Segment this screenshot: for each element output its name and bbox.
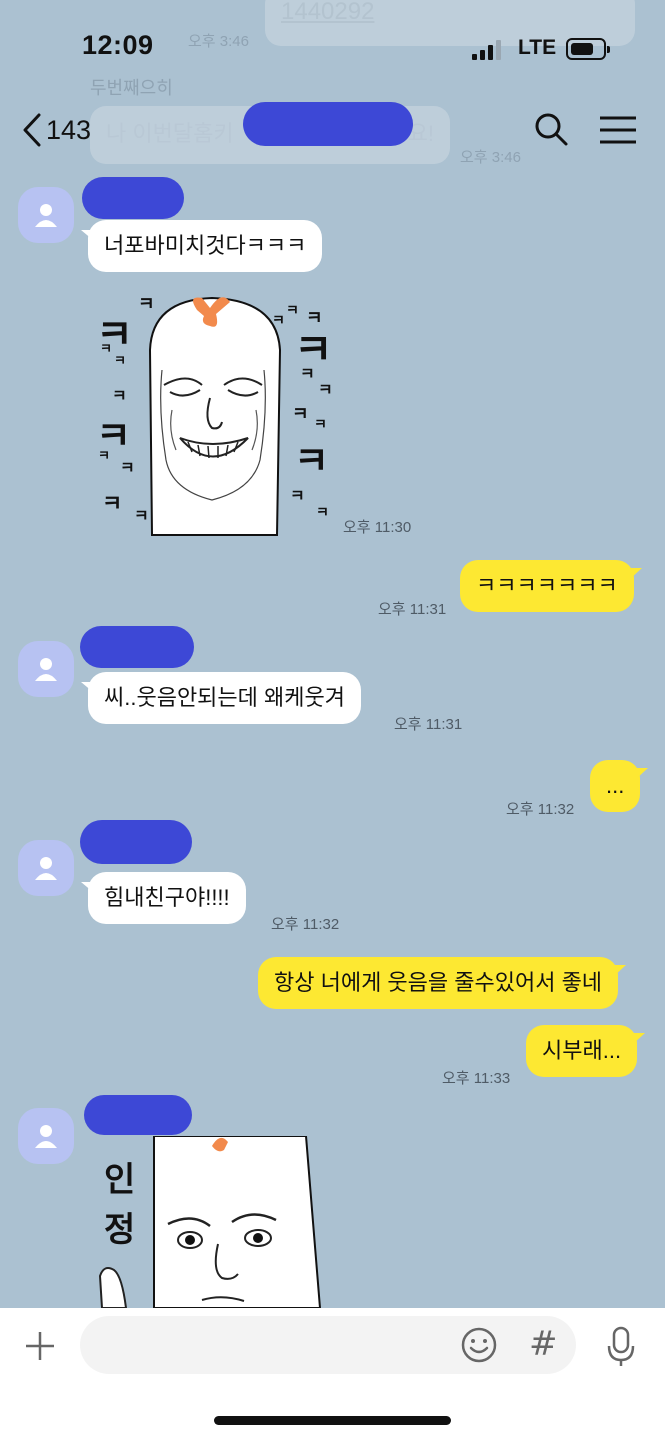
background-remnant-time: 오후 3:46 [188,33,249,50]
avatar[interactable] [18,1108,74,1164]
message-text: 힘내친구야!!!! [104,885,230,910]
message-time: 오후 11:32 [271,916,340,933]
message-time: 오후 11:32 [506,801,575,818]
message-bubble-incoming[interactable]: 씨..웃음안되는데 왜케웃겨 [81,672,361,725]
background-remnant-name: 두번째으히 [90,78,173,98]
unread-count: 143 [46,114,92,145]
message-time: 오후 11:31 [394,716,463,733]
message-bubble-outgoing[interactable]: ㅋㅋㅋㅋㅋㅋㅋ [460,560,642,613]
sender-name-redacted [82,177,184,219]
hashtag-icon[interactable]: # [529,1324,558,1364]
message-text: 항상 너에게 웃음을 줄수있어서 좋네 [274,970,603,995]
message-text: ㅋㅋㅋㅋㅋㅋㅋ [476,573,618,598]
search-icon[interactable] [532,110,572,150]
sender-name-redacted [84,1095,192,1135]
mic-icon[interactable] [606,1326,636,1368]
battery-icon [566,38,610,60]
background-remnant-message: 나 이번달홈키 [106,121,234,146]
default-profile-icon [35,658,57,681]
message-time: 오후 11:31 [378,601,447,618]
signal-icon [472,40,501,60]
message-time: 오후 11:33 [442,1070,511,1087]
message-bubble-outgoing[interactable]: 시부래... [526,1025,646,1078]
default-profile-icon [35,1125,57,1148]
message-bubble-incoming[interactable]: 힘내친구야!!!! [81,872,246,925]
emoji-icon[interactable] [460,1326,498,1364]
plus-icon[interactable] [24,1330,56,1362]
default-profile-icon [35,204,57,227]
message-bubble-outgoing[interactable]: 항상 너에게 웃음을 줄수있어서 좋네 [258,957,627,1010]
network-label: LTE [518,36,557,59]
avatar[interactable] [18,641,74,697]
status-time: 12:09 [82,30,154,60]
message-text: 씨..웃음안되는데 왜케웃겨 [104,685,345,710]
home-indicator [214,1416,451,1425]
sticker-text: 인 [104,1160,136,1200]
sticker-text: 정 [104,1210,136,1250]
message-text: 너포바미치것다ㅋㅋㅋ [104,233,307,258]
message-time: 오후 11:30 [343,519,412,536]
acknowledge-sticker[interactable]: 인 정 [92,1136,342,1308]
message-bubble-outgoing[interactable]: ... [590,760,649,813]
message-input[interactable] [80,1316,576,1374]
message-bubble-incoming[interactable]: 너포바미치것다ㅋㅋㅋ [80,220,323,273]
default-profile-icon [35,857,57,880]
background-remnant-number-text: 1440292 [281,0,375,25]
background-remnant-time-2: 오후 3:46 [460,149,521,166]
back-button[interactable]: 143 [22,108,112,152]
chat-title-redacted [243,102,413,146]
message-text: ... [606,773,625,798]
laughing-sticker[interactable]: ㅋ ㅋ ㅋ ㅋ ㅋ ㅋ ㅋ ㅋ ㅋ ㅋ ㅋ ㅋ ㅋ ㅋ ㅋ ㅋ ㅋ ㅋ ㅋ ㅋ … [92,290,342,538]
sender-name-redacted [80,820,192,864]
message-text: 시부래... [542,1038,622,1063]
avatar[interactable] [18,840,74,896]
avatar[interactable] [18,187,74,243]
menu-icon[interactable] [598,110,638,150]
back-chevron-icon [23,113,41,147]
sender-name-redacted [80,626,194,668]
